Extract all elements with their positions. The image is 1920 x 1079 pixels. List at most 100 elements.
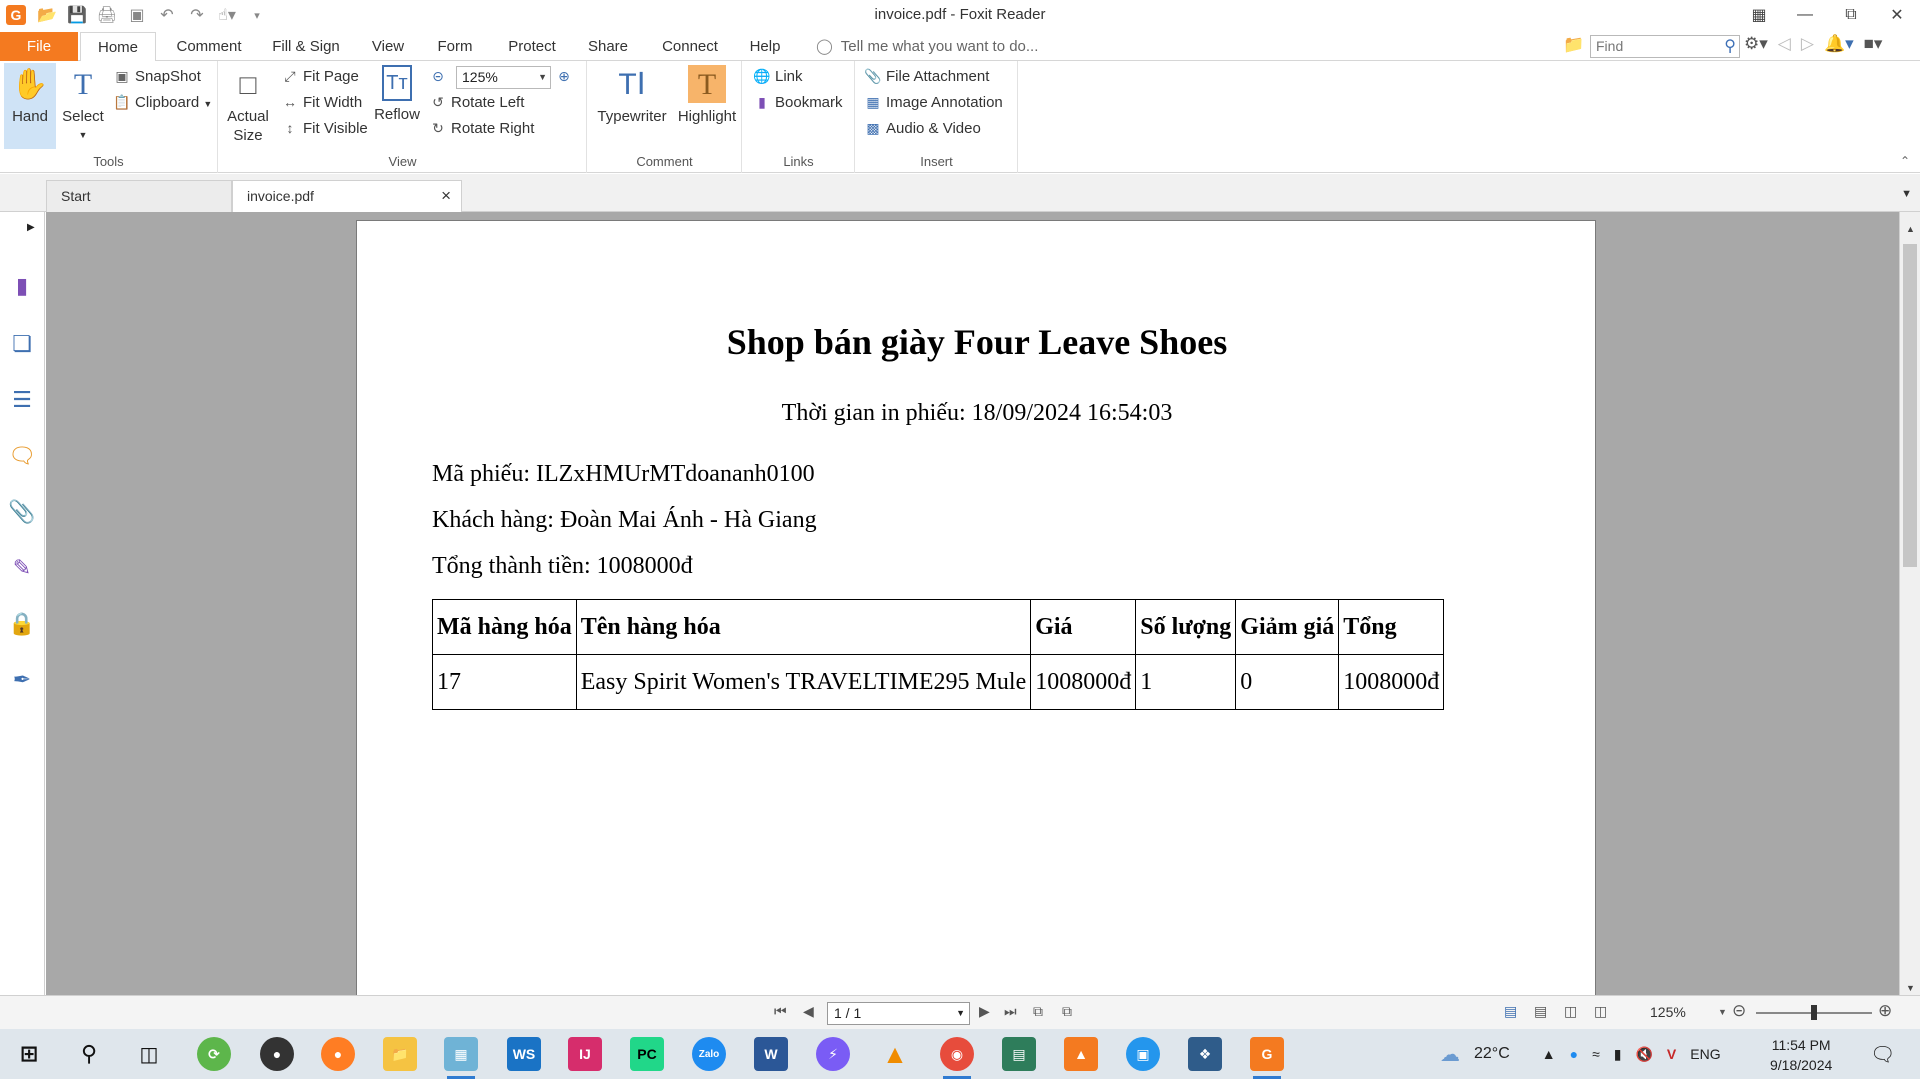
tab-invoice[interactable]: invoice.pdf × bbox=[232, 180, 462, 213]
zoom-slider[interactable] bbox=[1756, 1005, 1872, 1020]
blue-app-icon[interactable]: ▦ bbox=[444, 1037, 478, 1079]
rotate-left-button[interactable]: ↺ Rotate Left bbox=[429, 91, 524, 113]
signatures-panel-icon[interactable]: ✎ bbox=[8, 554, 36, 582]
image-annotation-button[interactable]: ▦ Image Annotation bbox=[864, 91, 1002, 113]
tab-form[interactable]: Form bbox=[430, 32, 480, 61]
tab-list-dropdown-icon[interactable]: ▼ bbox=[1901, 188, 1912, 200]
forward-arrow-icon[interactable]: ▷ bbox=[1801, 34, 1814, 54]
digital-signature-icon[interactable]: ✒ bbox=[8, 666, 36, 694]
tab-home[interactable]: Home bbox=[80, 32, 156, 62]
search-icon[interactable]: ⚲ bbox=[1724, 36, 1736, 57]
wifi-icon[interactable]: ≈ bbox=[1592, 1046, 1600, 1062]
clock[interactable]: 11:54 PM 9/18/2024 bbox=[1770, 1035, 1832, 1075]
tab-connect[interactable]: Connect bbox=[654, 32, 726, 61]
tab-help[interactable]: Help bbox=[742, 32, 788, 61]
fit-page-button[interactable]: ⤢ Fit Page bbox=[281, 65, 358, 87]
collapse-ribbon-icon[interactable]: ⌃ bbox=[1900, 154, 1910, 168]
search-icon[interactable]: ⚲ bbox=[72, 1037, 106, 1071]
status-zoom-value[interactable]: 125% bbox=[1650, 1004, 1686, 1020]
zoom-out-button[interactable]: ⊝ bbox=[429, 65, 451, 87]
previous-page-icon[interactable]: ◀ bbox=[803, 1003, 814, 1020]
close-button[interactable]: ✕ bbox=[1874, 0, 1920, 30]
zoom-in-icon[interactable]: ⊕ bbox=[1878, 1001, 1892, 1021]
chevron-down-icon[interactable]: ▼ bbox=[956, 1003, 965, 1024]
language-indicator[interactable]: ENG bbox=[1690, 1046, 1720, 1062]
zoom-combo[interactable]: 125% ▼ bbox=[456, 66, 551, 89]
account-icon[interactable]: ■▾ bbox=[1864, 34, 1883, 54]
notification-bell-icon[interactable]: 🔔▾ bbox=[1824, 34, 1854, 54]
terminal-app-icon[interactable]: ▤ bbox=[1002, 1037, 1036, 1071]
chrome-icon[interactable]: ◉ bbox=[940, 1037, 974, 1079]
select-button[interactable]: T Select ▼ bbox=[60, 63, 106, 145]
vlc-icon[interactable]: ▲ bbox=[878, 1037, 912, 1071]
continuous-view-icon[interactable]: ▤ bbox=[1534, 1003, 1547, 1020]
previous-view-icon[interactable]: ⧉ bbox=[1033, 1003, 1043, 1020]
restore-button[interactable]: ⧉ bbox=[1828, 0, 1874, 30]
rotate-right-button[interactable]: ↻ Rotate Right bbox=[429, 117, 534, 139]
foxit-reader-taskbar-icon[interactable]: G bbox=[1250, 1037, 1284, 1079]
tab-share[interactable]: Share bbox=[582, 32, 634, 61]
reflow-button[interactable]: Tт Reflow bbox=[373, 63, 421, 124]
volume-muted-icon[interactable]: 🔇 bbox=[1635, 1046, 1652, 1063]
orange-app-icon[interactable]: ▲ bbox=[1064, 1037, 1098, 1071]
battery-icon[interactable]: ▮ bbox=[1614, 1046, 1622, 1063]
tell-me-search[interactable]: ◯ Tell me what you want to do... bbox=[816, 32, 1038, 61]
audio-video-button[interactable]: ▩ Audio & Video bbox=[864, 117, 980, 139]
highlight-button[interactable]: T Highlight bbox=[676, 63, 738, 126]
attachments-panel-icon[interactable]: 📎 bbox=[8, 498, 36, 526]
facing-view-icon[interactable]: ◫ bbox=[1564, 1003, 1577, 1020]
comments-panel-icon[interactable]: 🗨 bbox=[8, 442, 36, 470]
hand-button[interactable]: ✋ Hand bbox=[4, 63, 56, 149]
expand-panel-icon[interactable]: ▶ bbox=[27, 222, 35, 233]
file-tab[interactable]: File bbox=[0, 32, 78, 61]
messenger-icon[interactable]: ⚡ bbox=[816, 1037, 850, 1071]
zoom-out-icon[interactable]: ⊝ bbox=[1732, 1001, 1746, 1021]
clipboard-button[interactable]: 📋 Clipboard ▼ bbox=[113, 91, 212, 113]
typewriter-button[interactable]: TⅠ Typewriter bbox=[596, 63, 668, 126]
bookmark-button[interactable]: ▮ Bookmark bbox=[753, 91, 842, 113]
close-tab-icon[interactable]: × bbox=[441, 181, 451, 211]
bookmarks-panel-icon[interactable]: ▮ bbox=[8, 272, 36, 300]
scroll-up-icon[interactable]: ▲ bbox=[1906, 224, 1915, 234]
green-app-icon[interactable]: ⟳ bbox=[197, 1037, 231, 1071]
file-explorer-icon[interactable]: 📁 bbox=[383, 1037, 417, 1071]
last-page-icon[interactable]: ⏭ bbox=[1004, 1003, 1017, 1020]
zoom-in-button[interactable]: ⊕ bbox=[555, 65, 577, 87]
link-button[interactable]: 🌐 Link bbox=[753, 65, 802, 87]
word-icon[interactable]: W bbox=[754, 1037, 788, 1071]
zalo-icon[interactable]: Zalo bbox=[692, 1037, 726, 1071]
mysql-workbench-icon[interactable]: ❖ bbox=[1188, 1037, 1222, 1071]
notifications-icon[interactable]: 🗨 bbox=[1870, 1042, 1895, 1067]
next-view-icon[interactable]: ⧉ bbox=[1062, 1003, 1072, 1020]
snapshot-button[interactable]: ▣ SnapShot bbox=[113, 65, 201, 87]
weather-cloud-icon[interactable]: ☁ bbox=[1440, 1042, 1460, 1067]
fit-width-button[interactable]: ↔ Fit Width bbox=[281, 91, 362, 113]
weather-temperature[interactable]: 22°C bbox=[1474, 1045, 1510, 1063]
scrollbar-thumb[interactable] bbox=[1903, 244, 1917, 567]
zoom-slider-knob[interactable] bbox=[1811, 1005, 1817, 1020]
next-page-icon[interactable]: ▶ bbox=[979, 1003, 990, 1020]
first-page-icon[interactable]: ⏮ bbox=[774, 1003, 787, 1020]
security-lock-icon[interactable]: 🔒 bbox=[8, 610, 36, 638]
tab-protect[interactable]: Protect bbox=[500, 32, 564, 61]
tab-fill-sign[interactable]: Fill & Sign bbox=[266, 32, 346, 61]
ribbon-display-icon[interactable]: ▦ bbox=[1736, 0, 1782, 30]
minimize-button[interactable]: — bbox=[1782, 0, 1828, 30]
intellij-icon[interactable]: IJ bbox=[568, 1037, 602, 1071]
file-attachment-button[interactable]: 📎 File Attachment bbox=[864, 65, 989, 87]
back-arrow-icon[interactable]: ◁ bbox=[1778, 34, 1791, 54]
page-number-input[interactable]: 1 / 1 ▼ bbox=[827, 1002, 970, 1025]
obs-icon[interactable]: ● bbox=[260, 1037, 294, 1071]
vertical-scrollbar[interactable]: ▲ ▼ bbox=[1899, 212, 1920, 995]
zoom-dropdown-icon[interactable]: ▼ bbox=[1718, 1007, 1727, 1017]
single-page-view-icon[interactable]: ▤ bbox=[1504, 1003, 1517, 1020]
find-input[interactable]: Find ⚲ bbox=[1590, 35, 1740, 58]
windows-start-icon[interactable]: ⊞ bbox=[12, 1037, 46, 1071]
zalo-tray-icon[interactable]: ● bbox=[1570, 1046, 1578, 1062]
layers-panel-icon[interactable]: ☰ bbox=[8, 386, 36, 414]
find-options-icon[interactable]: 📁 bbox=[1563, 35, 1584, 55]
tab-comment[interactable]: Comment bbox=[166, 32, 252, 61]
chevron-down-icon[interactable]: ▼ bbox=[538, 67, 547, 88]
scroll-down-icon[interactable]: ▼ bbox=[1906, 983, 1915, 993]
settings-gear-icon[interactable]: ⚙▾ bbox=[1744, 34, 1768, 54]
